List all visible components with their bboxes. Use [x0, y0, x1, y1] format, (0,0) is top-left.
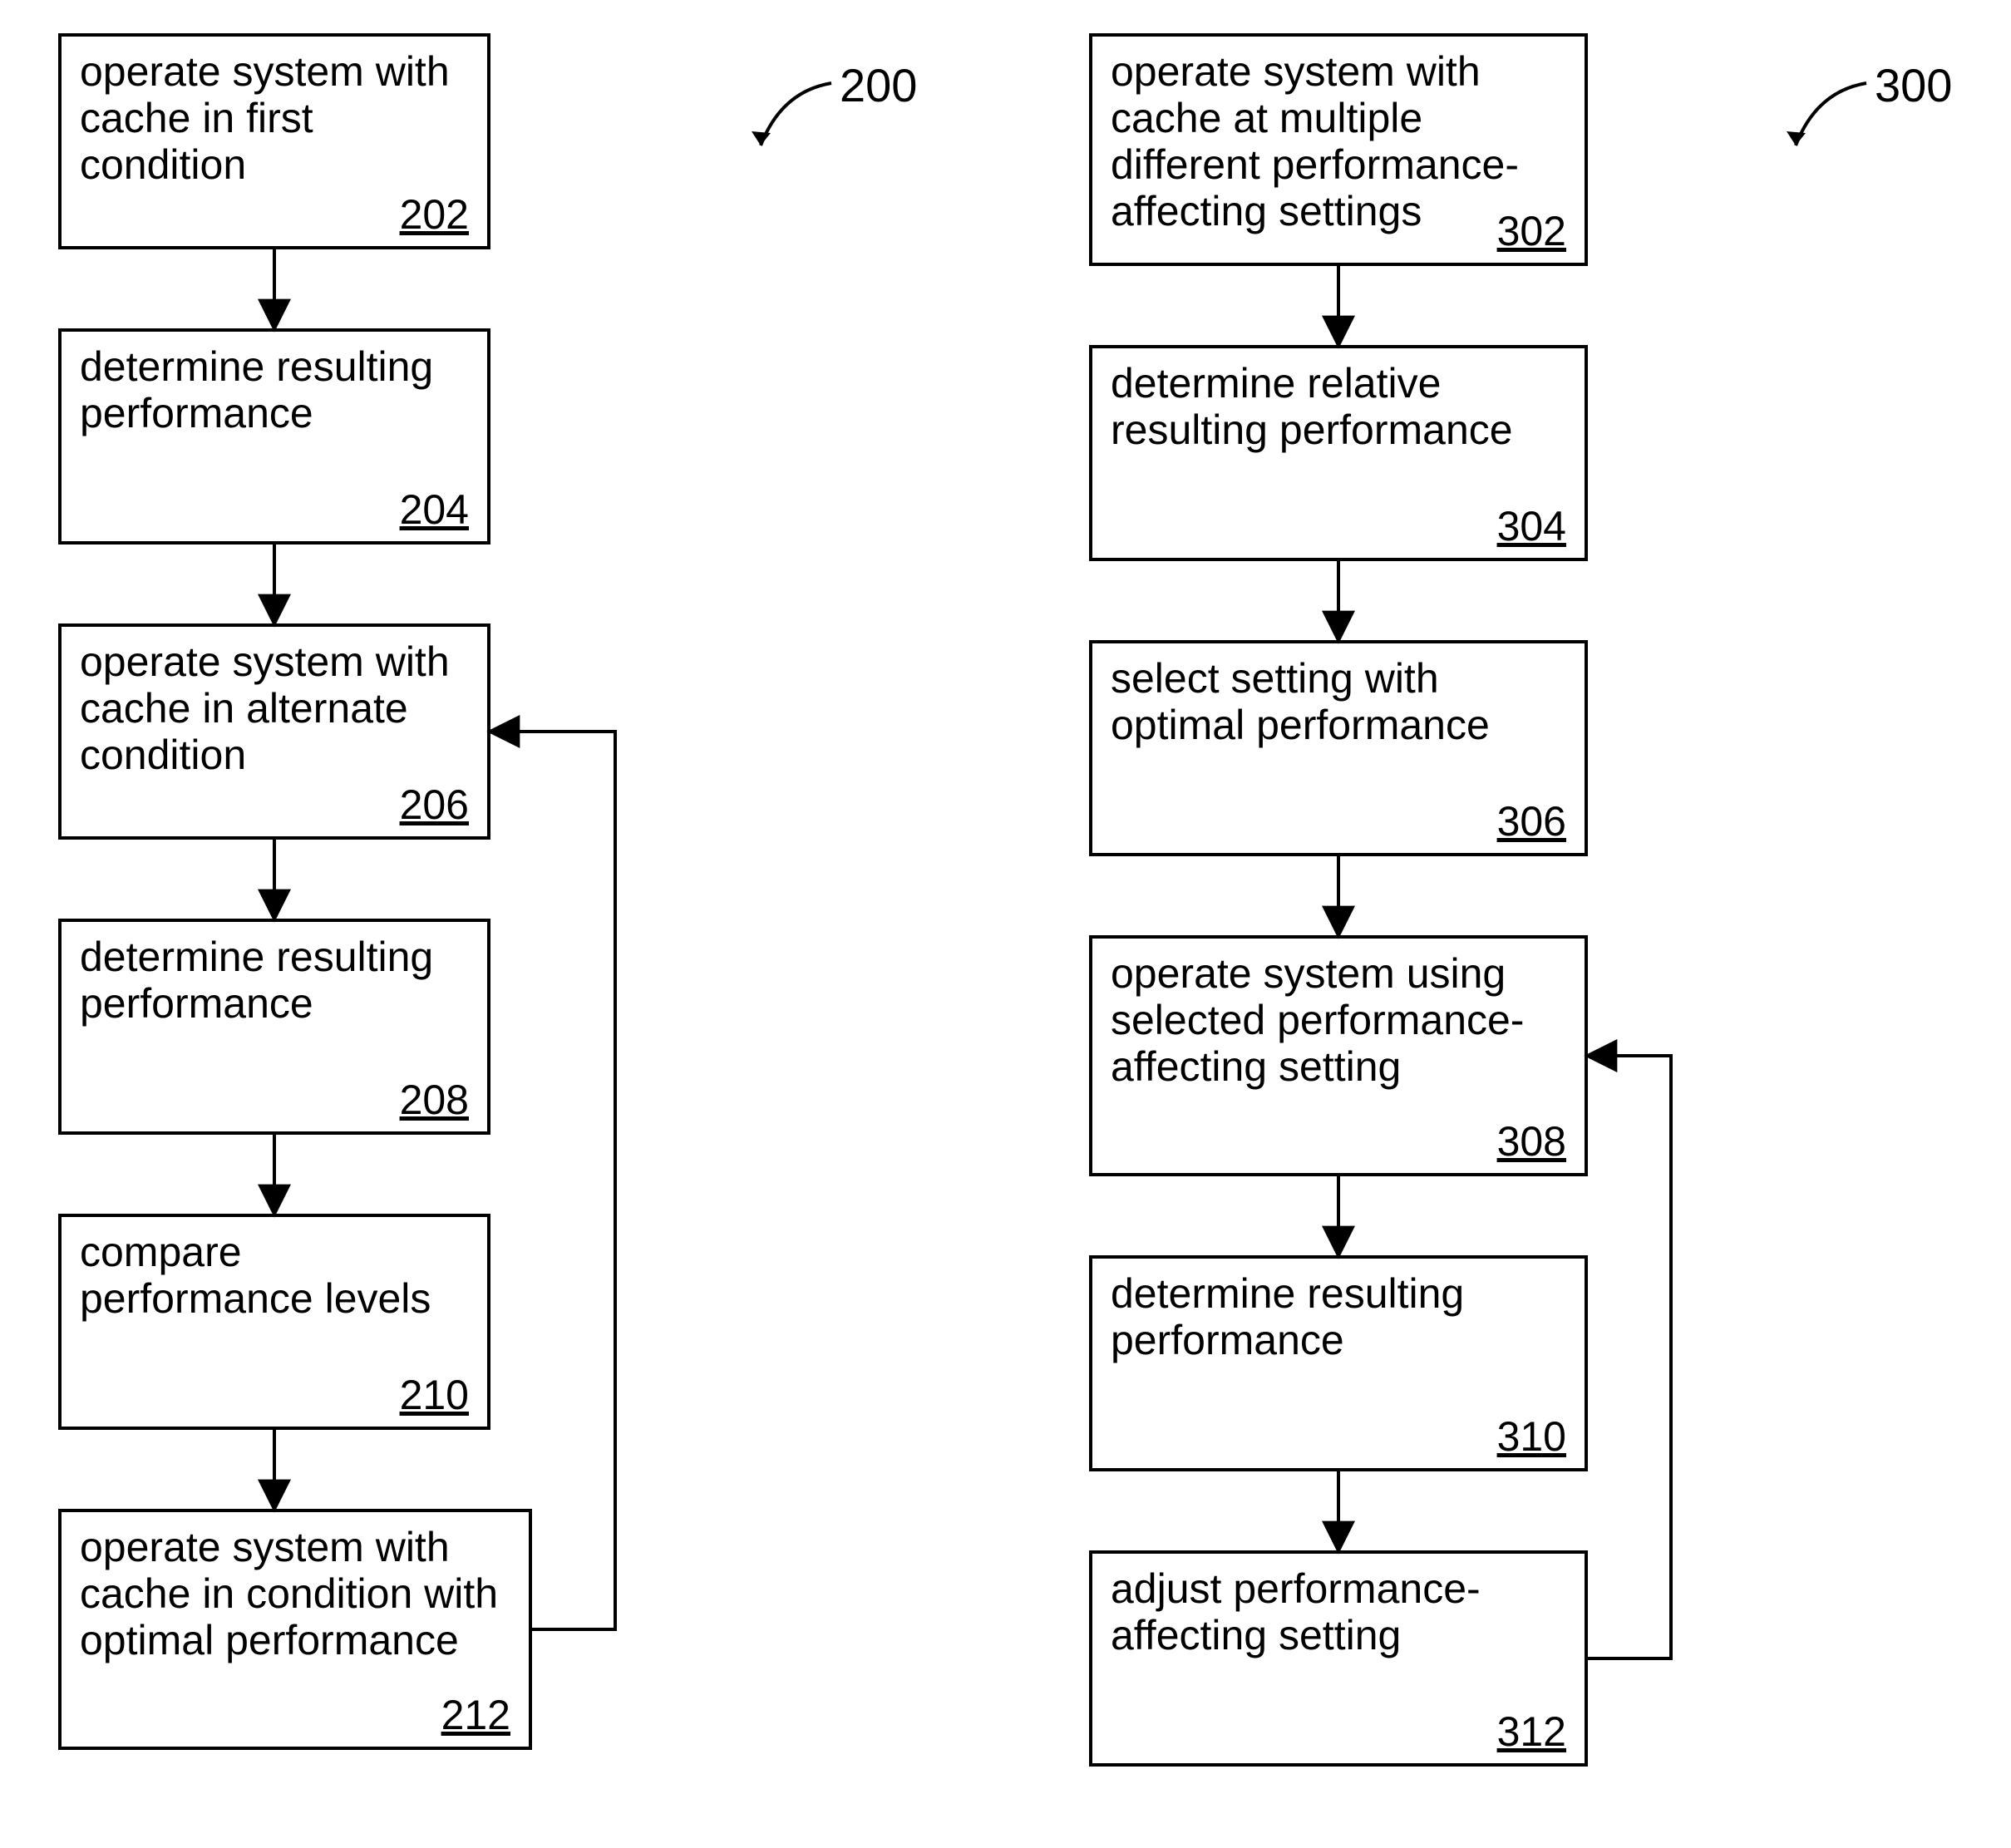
box-ref: 208: [400, 1077, 469, 1123]
flowchart-box-202: operate system with cache in first condi…: [58, 33, 490, 249]
flowchart-box-306: select setting with optimal performance …: [1089, 640, 1588, 856]
box-ref: 212: [441, 1692, 510, 1738]
box-text: operate system with cache in condition w…: [80, 1524, 498, 1663]
box-ref: 302: [1497, 208, 1566, 254]
box-text: select setting with optimal performance: [1111, 655, 1490, 748]
flowchart-box-302: operate system with cache at multiple di…: [1089, 33, 1588, 266]
box-text: operate system with cache in alternate c…: [80, 638, 450, 778]
box-ref: 312: [1497, 1708, 1566, 1755]
box-ref: 202: [400, 191, 469, 238]
flowchart-box-208: determine resulting performance 208: [58, 919, 490, 1135]
flowchart-box-210: compare performance levels 210: [58, 1214, 490, 1430]
box-text: determine resulting performance: [80, 934, 433, 1027]
box-ref: 206: [400, 781, 469, 828]
box-text: operate system with cache in first condi…: [80, 48, 450, 188]
flowchart-box-304: determine relative resulting performance…: [1089, 345, 1588, 561]
box-ref: 210: [400, 1372, 469, 1418]
box-text: determine resulting performance: [80, 343, 433, 436]
flowchart-box-308: operate system using selected performanc…: [1089, 935, 1588, 1176]
box-text: operate system with cache at multiple di…: [1111, 48, 1519, 234]
box-ref: 310: [1497, 1413, 1566, 1460]
box-ref: 204: [400, 486, 469, 533]
flowchart-box-310: determine resulting performance 310: [1089, 1255, 1588, 1471]
flowchart-box-212: operate system with cache in condition w…: [58, 1509, 532, 1750]
box-ref: 306: [1497, 798, 1566, 845]
box-text: determine relative resulting performance: [1111, 360, 1513, 453]
flowchart-box-206: operate system with cache in alternate c…: [58, 623, 490, 840]
figure-label-300-text: 300: [1875, 58, 1952, 112]
figure-label-200-text: 200: [840, 58, 917, 112]
box-ref: 308: [1497, 1118, 1566, 1165]
box-text: adjust performance-affecting setting: [1111, 1565, 1481, 1658]
diagram-canvas: operate system with cache in first condi…: [0, 0, 2011, 1848]
flowchart-box-204: determine resulting performance 204: [58, 328, 490, 545]
box-text: compare performance levels: [80, 1229, 431, 1322]
box-ref: 304: [1497, 503, 1566, 549]
box-text: operate system using selected performanc…: [1111, 950, 1524, 1090]
flowchart-box-312: adjust performance-affecting setting 312: [1089, 1550, 1588, 1767]
box-text: determine resulting performance: [1111, 1270, 1464, 1363]
